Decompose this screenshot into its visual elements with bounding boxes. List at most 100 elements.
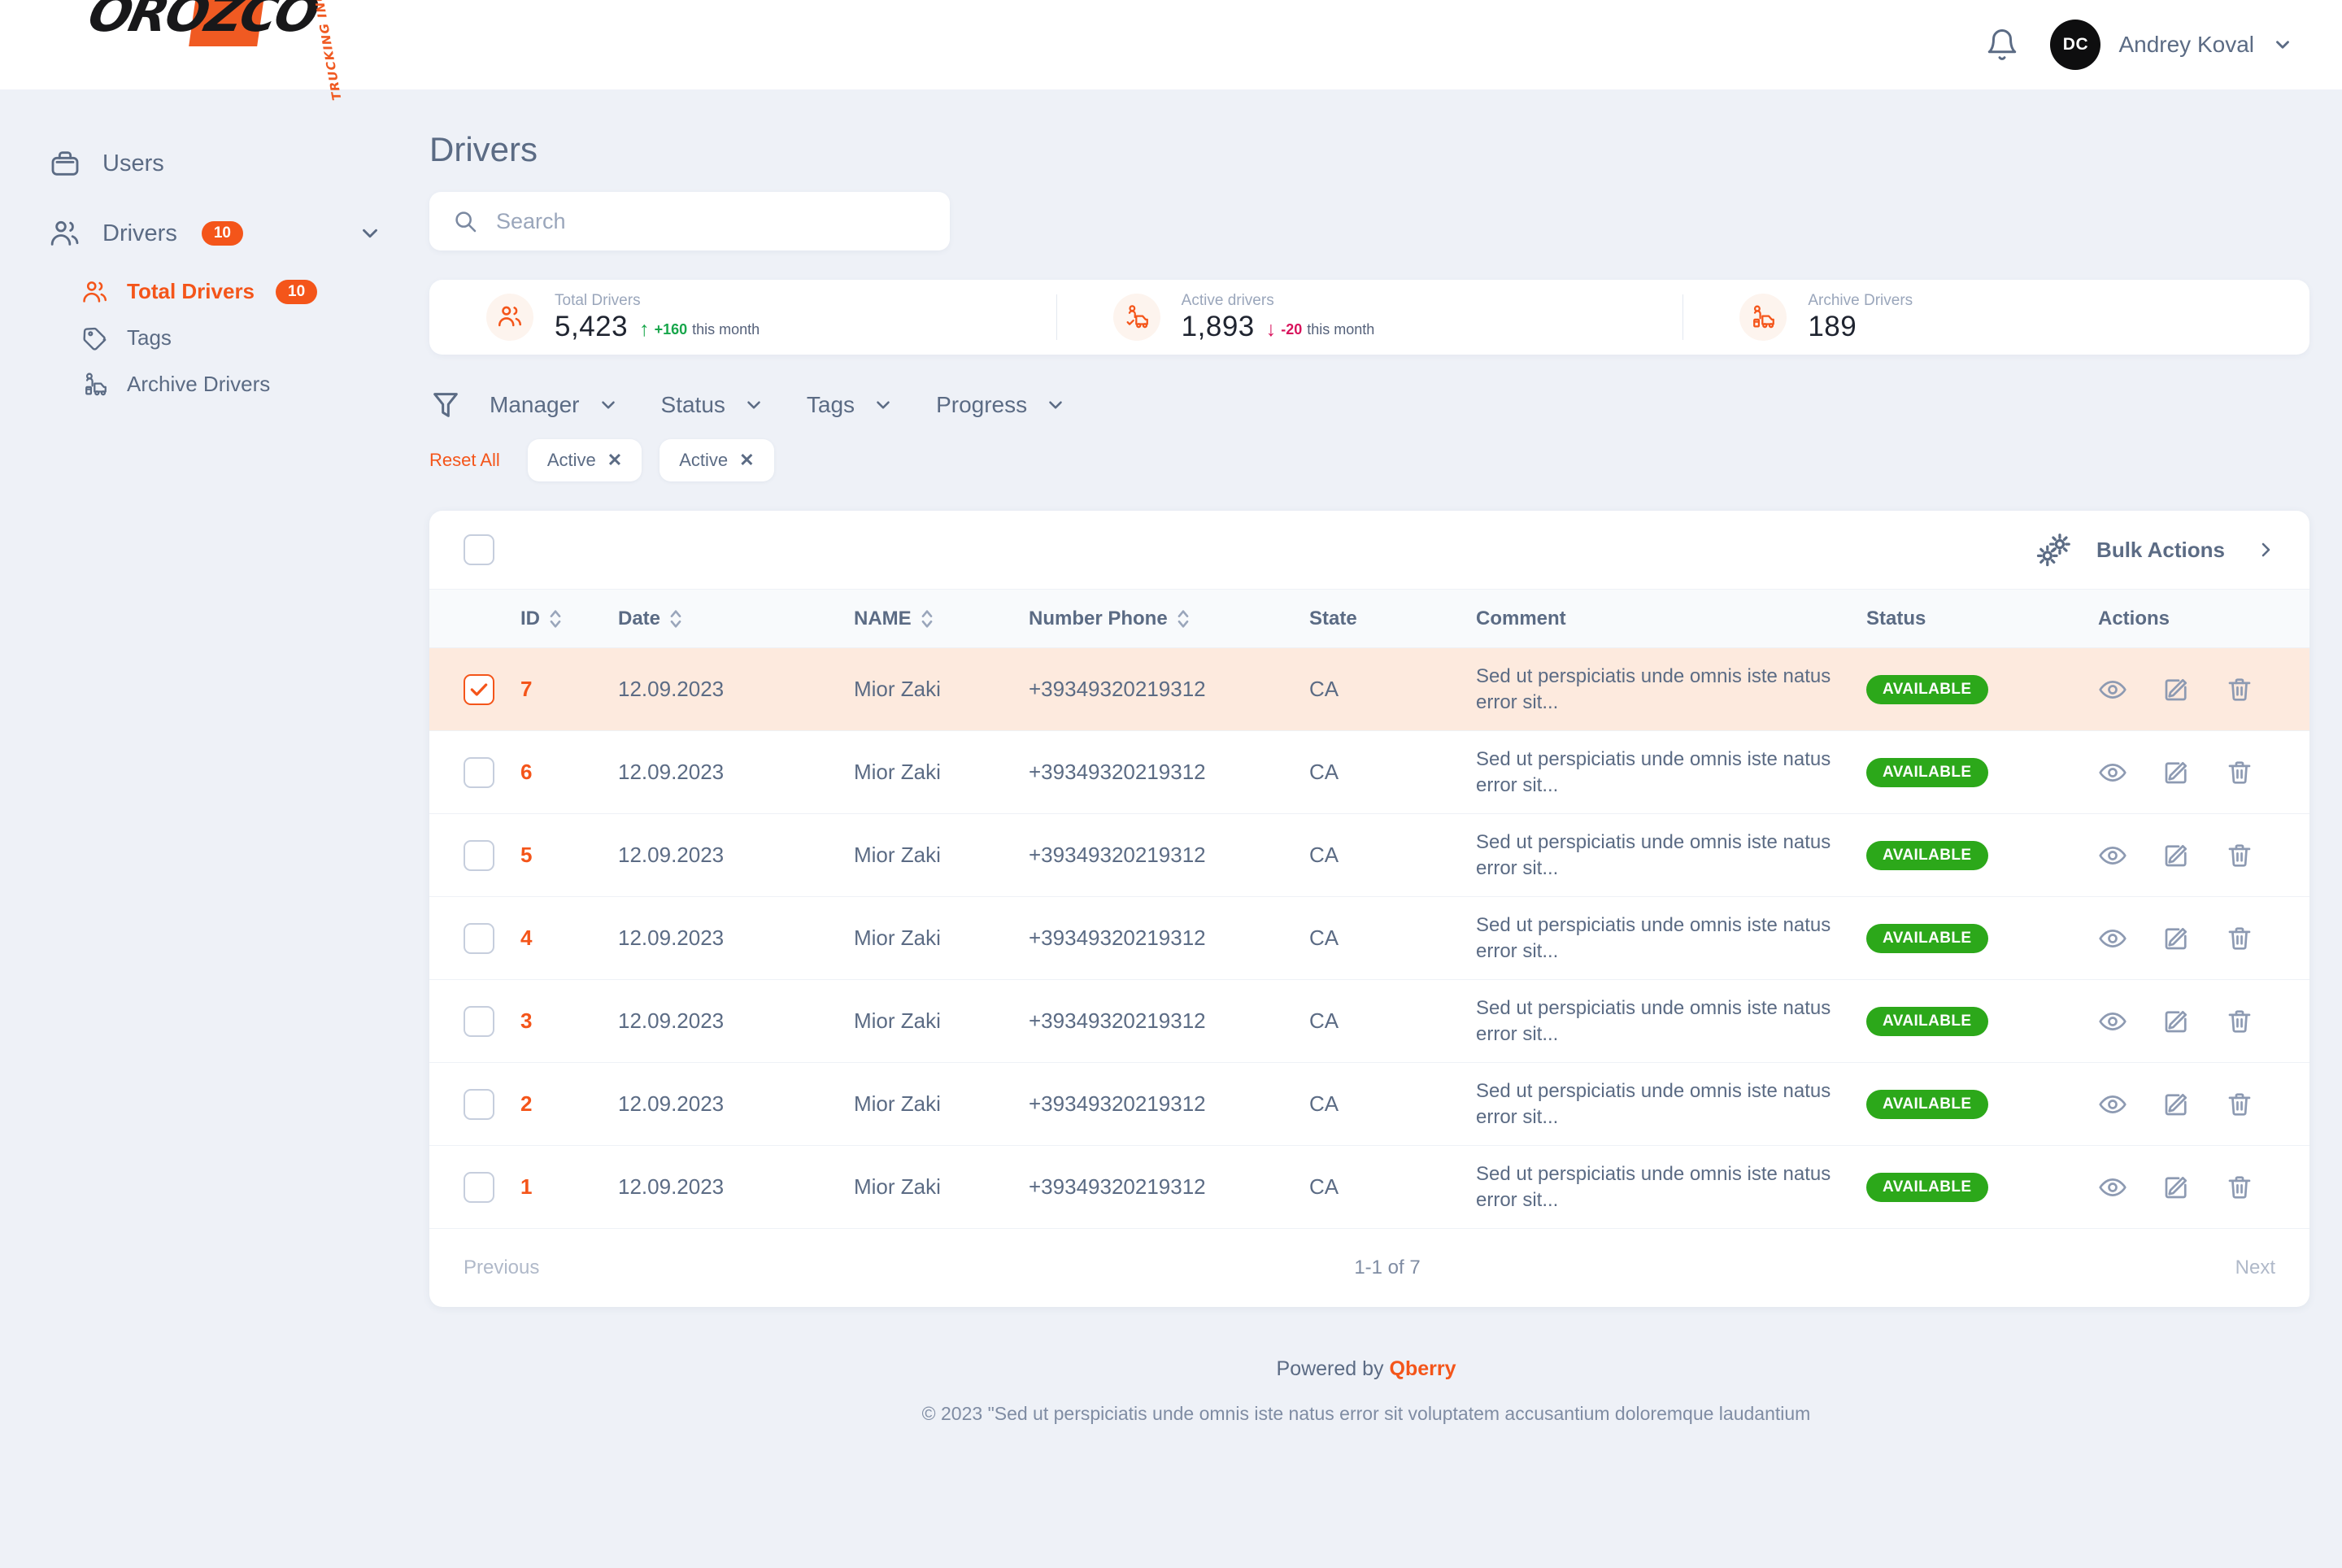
cell-comment: Sed ut perspiciatis unde omnis iste natu… bbox=[1476, 814, 1866, 897]
users-icon bbox=[83, 281, 107, 303]
powered-brand[interactable]: Qberry bbox=[1390, 1357, 1456, 1380]
th-id[interactable]: ID bbox=[520, 589, 618, 648]
row-checkbox[interactable] bbox=[464, 1171, 494, 1203]
sidebar-item-tags[interactable]: Tags bbox=[81, 315, 423, 361]
edit-icon[interactable] bbox=[2161, 841, 2191, 870]
row-actions bbox=[2098, 675, 2309, 704]
chevron-down-icon bbox=[877, 401, 890, 409]
trash-icon[interactable] bbox=[2225, 1090, 2254, 1119]
row-checkbox[interactable] bbox=[464, 1088, 494, 1120]
eye-icon[interactable] bbox=[2098, 841, 2127, 870]
row-checkbox[interactable] bbox=[464, 756, 494, 788]
eye-icon[interactable] bbox=[2098, 924, 2127, 953]
cell-state: CA bbox=[1309, 760, 1339, 784]
close-icon[interactable]: ✕ bbox=[607, 450, 622, 471]
user-menu[interactable]: DC Andrey Koval bbox=[2050, 20, 2293, 70]
cell-state: CA bbox=[1309, 1174, 1339, 1199]
cell-name: Mior Zaki bbox=[854, 760, 941, 784]
logo-part1: ORO bbox=[83, 0, 214, 44]
footer: Powered by Qberry © 2023 "Sed ut perspic… bbox=[423, 1307, 2309, 1425]
app-logo[interactable]: OROZCO TRUCKING INC bbox=[83, 0, 350, 101]
table-row[interactable]: 2 12.09.2023 Mior Zaki +39349320219312 CA Sed… bbox=[429, 1063, 2309, 1146]
th-checkbox bbox=[429, 589, 520, 648]
th-label: Number Phone bbox=[1029, 607, 1168, 629]
next-button[interactable]: Next bbox=[2235, 1257, 2275, 1279]
row-checkbox[interactable] bbox=[464, 839, 494, 871]
table-row[interactable]: 6 12.09.2023 Mior Zaki +39349320219312 CA Sed… bbox=[429, 731, 2309, 814]
comment-text: Sed ut perspiciatis unde omnis iste natu… bbox=[1476, 1162, 1831, 1211]
cell-date: 12.09.2023 bbox=[618, 760, 725, 784]
th-date[interactable]: Date bbox=[618, 589, 854, 648]
funnel-icon[interactable] bbox=[429, 389, 462, 421]
edit-icon[interactable] bbox=[2161, 675, 2191, 704]
edit-icon[interactable] bbox=[2161, 1090, 2191, 1119]
th-phone[interactable]: Number Phone bbox=[1029, 589, 1309, 648]
archive-truck-icon bbox=[85, 372, 107, 395]
filter-dropdown-manager[interactable]: Manager bbox=[490, 392, 619, 418]
eye-icon[interactable] bbox=[2098, 1007, 2127, 1036]
filter-dropdown-status[interactable]: Status bbox=[661, 392, 764, 418]
cell-phone: +39349320219312 bbox=[1029, 926, 1206, 950]
row-checkbox[interactable] bbox=[464, 922, 494, 954]
trash-icon[interactable] bbox=[2225, 1007, 2254, 1036]
chevron-down-icon[interactable] bbox=[358, 221, 382, 246]
table-row[interactable]: 5 12.09.2023 Mior Zaki +39349320219312 CA Sed… bbox=[429, 814, 2309, 897]
table-row[interactable]: 3 12.09.2023 Mior Zaki +39349320219312 CA Sed… bbox=[429, 980, 2309, 1063]
trash-icon[interactable] bbox=[2225, 841, 2254, 870]
table-row[interactable]: 7 12.09.2023 Mior Zaki +39349320219312 CA Sed… bbox=[429, 647, 2309, 731]
sidebar-item-total-drivers[interactable]: Total Drivers 10 bbox=[81, 268, 423, 315]
row-checkbox[interactable] bbox=[464, 1005, 494, 1037]
stat-delta-value: +160 bbox=[654, 320, 688, 338]
sidebar-subitem-label: Archive Drivers bbox=[127, 372, 271, 396]
filter-chip[interactable]: Active ✕ bbox=[660, 439, 774, 481]
previous-button[interactable]: Previous bbox=[464, 1257, 539, 1279]
eye-icon[interactable] bbox=[2098, 1090, 2127, 1119]
status-badge: AVAILABLE bbox=[1866, 1173, 1988, 1202]
filter-dropdown-progress[interactable]: Progress bbox=[936, 392, 1066, 418]
eye-icon[interactable] bbox=[2098, 1173, 2127, 1202]
cell-status: AVAILABLE bbox=[1866, 814, 2098, 897]
edit-icon[interactable] bbox=[2161, 1173, 2191, 1202]
th-name[interactable]: NAME bbox=[854, 589, 1029, 648]
eye-icon[interactable] bbox=[2098, 675, 2127, 704]
stat-text: Total Drivers 5,423 ↑ +160 this month bbox=[555, 292, 760, 343]
select-all-checkbox[interactable] bbox=[464, 534, 494, 565]
trash-icon[interactable] bbox=[2225, 675, 2254, 704]
eye-icon[interactable] bbox=[2098, 758, 2127, 787]
trash-icon[interactable] bbox=[2225, 1173, 2254, 1202]
filter-chip[interactable]: Active ✕ bbox=[527, 439, 642, 481]
chevron-right-icon bbox=[2261, 542, 2270, 557]
stat-delta-suffix: this month bbox=[692, 320, 760, 338]
search-box[interactable] bbox=[429, 192, 950, 250]
row-actions bbox=[2098, 1173, 2309, 1202]
sidebar-item-users[interactable]: Users bbox=[39, 128, 423, 198]
trash-icon[interactable] bbox=[2225, 924, 2254, 953]
close-icon[interactable]: ✕ bbox=[739, 450, 754, 471]
search-input[interactable] bbox=[496, 208, 927, 234]
main-content: Drivers Total Drivers 5,423 bbox=[423, 89, 2342, 1568]
chevron-down-icon bbox=[747, 401, 760, 409]
edit-icon[interactable] bbox=[2161, 1007, 2191, 1036]
bulk-actions-button[interactable]: Bulk Actions bbox=[2033, 529, 2275, 571]
reset-all-link[interactable]: Reset All bbox=[429, 450, 500, 471]
cell-status: AVAILABLE bbox=[1866, 648, 2098, 731]
cell-phone: +39349320219312 bbox=[1029, 843, 1206, 867]
th-label: Actions bbox=[2098, 607, 2170, 629]
trash-icon[interactable] bbox=[2225, 758, 2254, 787]
chevron-down-icon[interactable] bbox=[2272, 34, 2293, 55]
edit-icon[interactable] bbox=[2161, 758, 2191, 787]
table-row[interactable]: 4 12.09.2023 Mior Zaki +39349320219312 CA Sed… bbox=[429, 897, 2309, 980]
edit-icon[interactable] bbox=[2161, 924, 2191, 953]
cell-comment: Sed ut perspiciatis unde omnis iste natu… bbox=[1476, 1063, 1866, 1146]
filter-dropdown-tags[interactable]: Tags bbox=[807, 392, 894, 418]
table-row[interactable]: 1 12.09.2023 Mior Zaki +39349320219312 CA Sed… bbox=[429, 1146, 2309, 1229]
cell-comment: Sed ut perspiciatis unde omnis iste natu… bbox=[1476, 980, 1866, 1063]
cell-name: Mior Zaki bbox=[854, 926, 941, 950]
sidebar-item-drivers[interactable]: Drivers 10 bbox=[39, 198, 423, 268]
bell-icon[interactable] bbox=[1985, 28, 2019, 62]
th-label: Status bbox=[1866, 607, 1926, 629]
sidebar-item-archive-drivers[interactable]: Archive Drivers bbox=[81, 361, 423, 407]
row-checkbox-cell bbox=[429, 897, 520, 980]
cell-id: 7 bbox=[520, 677, 533, 701]
row-checkbox[interactable] bbox=[464, 673, 494, 705]
